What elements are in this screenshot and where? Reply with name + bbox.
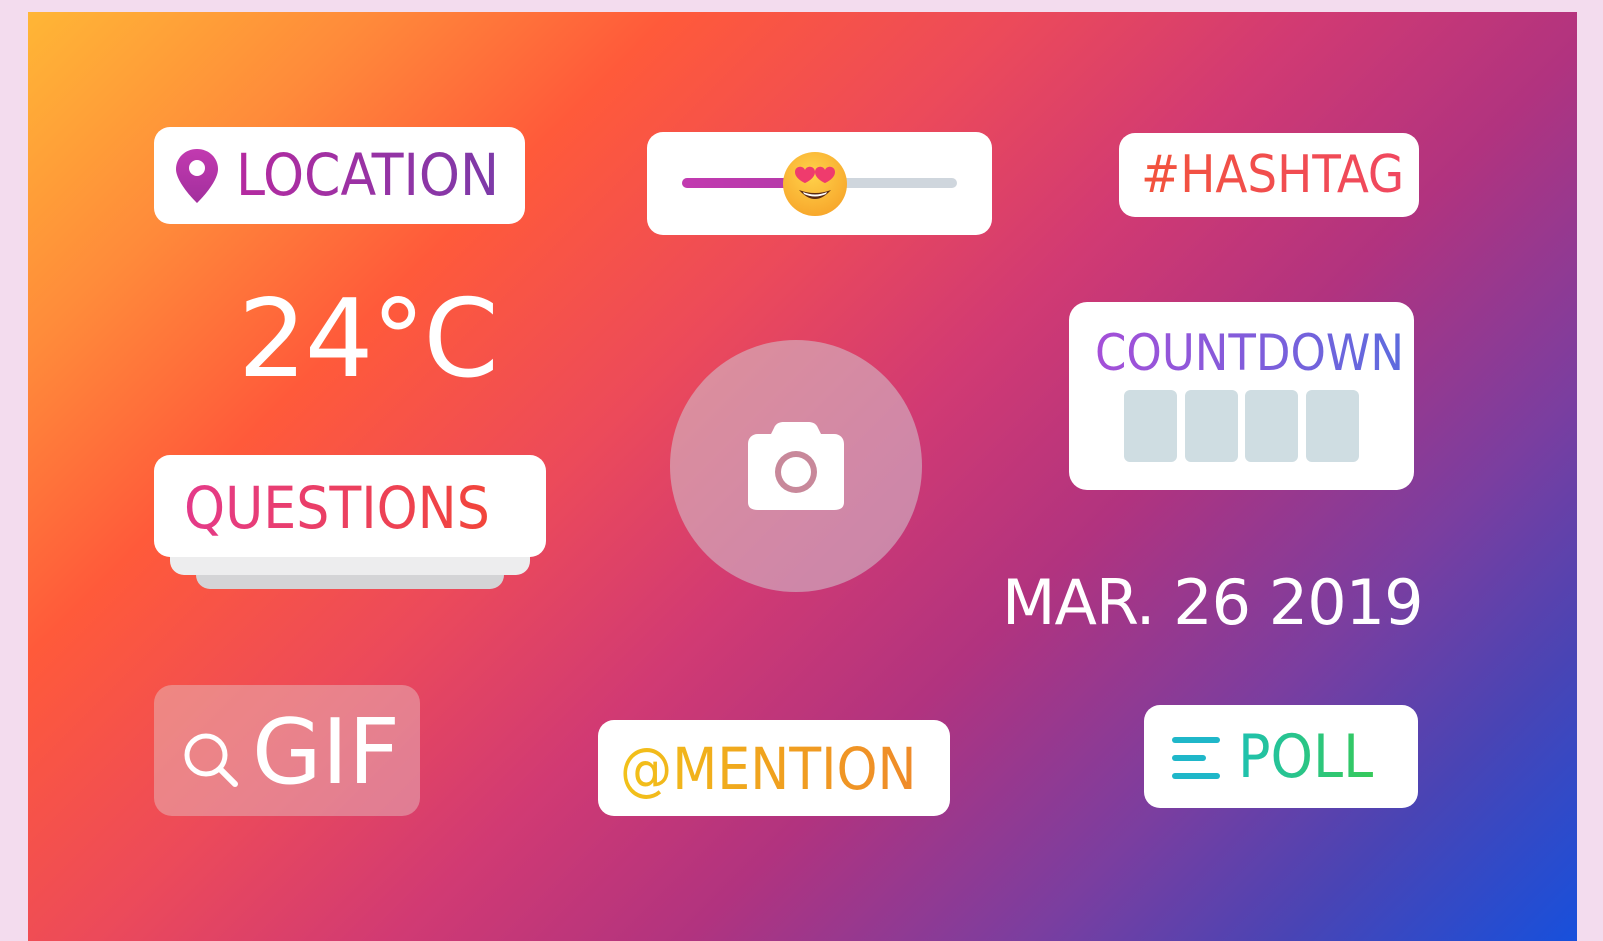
mention-label: @MENTION	[620, 735, 917, 803]
poll-lines-icon	[1172, 737, 1220, 779]
location-label: LOCATION	[236, 141, 500, 209]
camera-icon	[748, 422, 844, 510]
location-pin-icon	[176, 149, 218, 203]
countdown-slot	[1124, 390, 1177, 462]
poll-sticker[interactable]: POLL	[1144, 705, 1418, 808]
gif-label: GIF	[252, 700, 401, 805]
search-icon	[184, 733, 238, 787]
countdown-sticker[interactable]: COUNTDOWN	[1069, 302, 1414, 490]
countdown-slot	[1185, 390, 1238, 462]
questions-sticker[interactable]: QUESTIONS	[154, 455, 546, 600]
gif-sticker[interactable]: GIF	[154, 685, 420, 816]
hashtag-sticker[interactable]: #HASHTAG	[1119, 133, 1419, 217]
countdown-label: COUNTDOWN	[1095, 324, 1405, 382]
questions-label: QUESTIONS	[184, 474, 490, 542]
countdown-slot	[1245, 390, 1298, 462]
emoji-slider-sticker[interactable]	[647, 132, 992, 235]
questions-card: QUESTIONS	[154, 455, 546, 557]
date-sticker[interactable]: MAR. 26 2019	[1002, 567, 1424, 639]
hashtag-label: #HASHTAG	[1141, 145, 1405, 205]
camera-button[interactable]	[670, 340, 922, 592]
mention-sticker[interactable]: @MENTION	[598, 720, 950, 816]
location-sticker[interactable]: LOCATION	[154, 127, 525, 224]
temperature-sticker[interactable]: 24°C	[238, 280, 499, 400]
heart-eyes-emoji[interactable]	[781, 150, 849, 218]
sticker-canvas: LOCATION #HASHTAG 24°C COUNTDOWN QUESTIO…	[28, 12, 1577, 941]
poll-label: POLL	[1238, 722, 1374, 792]
countdown-slot	[1306, 390, 1359, 462]
